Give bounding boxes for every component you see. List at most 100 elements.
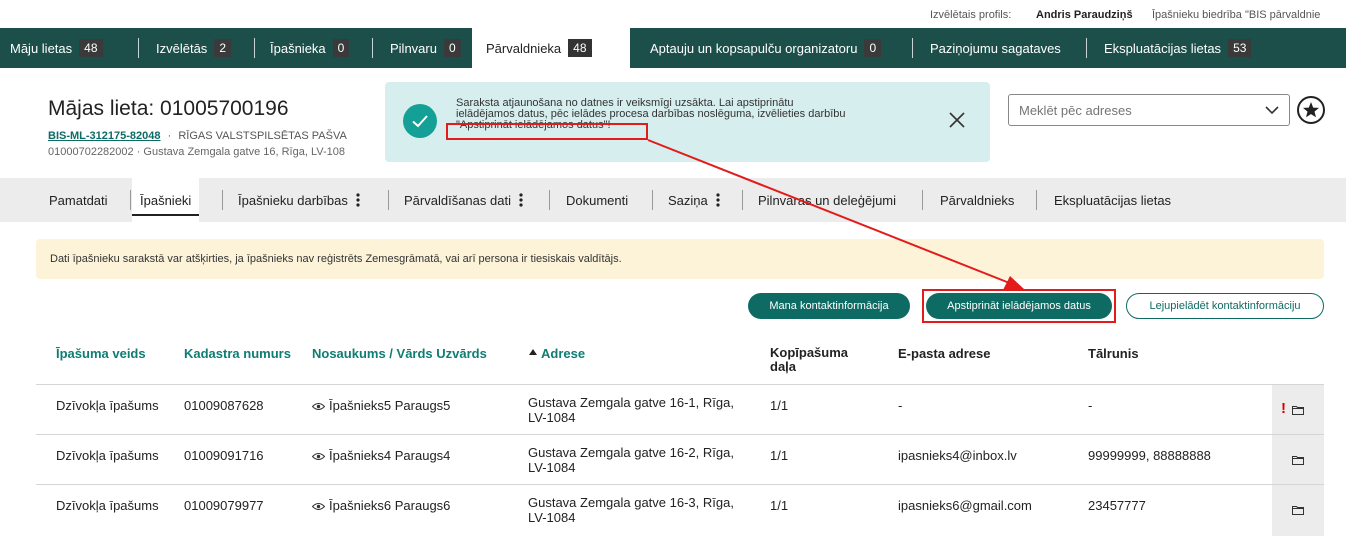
col-header-name[interactable]: Nosaukums / Vārds Uzvārds: [312, 346, 487, 361]
kebab-menu-icon[interactable]: [356, 193, 360, 207]
eye-icon: [312, 403, 325, 410]
col-header-share: Kopīpašuma daļa: [770, 346, 848, 374]
cell-cadastre: 01009091716: [184, 448, 264, 463]
confirm-upload-data-button[interactable]: Apstiprināt ielādējamos datus: [926, 293, 1112, 319]
cell-email: ipasnieks4@inbox.lv: [898, 448, 1017, 463]
eye-icon: [312, 503, 325, 510]
nav-count-badge: 48: [568, 39, 592, 57]
cell-address: Gustava Zemgala gatve 16-2, Rīga, LV-1084: [528, 445, 753, 475]
tab-ipasnieki[interactable]: Īpašnieki: [132, 178, 200, 222]
star-icon: [1303, 102, 1319, 118]
tab-label: Saziņa: [668, 192, 708, 208]
tab-label: Pilnvaras un deleģējumi: [758, 192, 897, 208]
cell-property-type: Dzīvokļa īpašums: [56, 448, 159, 463]
col-header-share-line: Kopīpašuma: [770, 345, 849, 360]
nav-item-label: Izvēlētās: [156, 40, 208, 56]
col-header-share-line: daļa: [770, 359, 797, 374]
nav-item-ipasnieka[interactable]: Īpašnieka 0: [270, 28, 350, 68]
download-contact-info-button[interactable]: Lejupielādēt kontaktinformāciju: [1126, 293, 1324, 319]
tab-label: Ekspluatācijas lietas: [1054, 192, 1172, 208]
cell-share: 1/1: [770, 498, 789, 513]
tab-ekspluatacijas-lietas[interactable]: Ekspluatācijas lietas: [1054, 178, 1171, 222]
nav-item-maju-lietas[interactable]: Māju lietas 48: [10, 28, 103, 68]
tab-ipasnieku-darbibas[interactable]: Īpašnieku darbības: [238, 178, 360, 222]
profile-user[interactable]: Andris Paraudziņš: [1036, 9, 1133, 21]
col-header-address[interactable]: Adrese: [541, 346, 585, 361]
subtitle-separator: ·: [167, 130, 172, 142]
table-row: Dzīvokļa īpašums 01009091716 Īpašnieks4 …: [36, 434, 1324, 484]
nav-count-badge: 48: [79, 39, 103, 57]
address-line: Gustava Zemgala gatve 16-2, Rīga,: [528, 445, 734, 460]
address-line: Gustava Zemgala gatve 16-1, Rīga,: [528, 395, 734, 410]
page-title: Mājas lieta: 01005700196: [48, 97, 289, 120]
kebab-menu-icon[interactable]: [716, 193, 720, 207]
nav-item-parvaldnieka[interactable]: Pārvaldnieka 48: [472, 28, 630, 68]
nav-item-ekspluatacijas-lietas[interactable]: Ekspluatācijas lietas 53: [1104, 28, 1252, 68]
tab-label: Pārvaldnieks: [940, 192, 1015, 208]
tab-label: Dokumenti: [566, 192, 629, 208]
close-icon[interactable]: [945, 108, 969, 132]
sort-ascending-icon[interactable]: [529, 349, 537, 355]
info-notice: Dati īpašnieku sarakstā var atšķirties, …: [36, 239, 1324, 279]
owner-name: Īpašnieks5 Paraugs5: [329, 398, 451, 413]
nav-count-badge: 0: [443, 39, 461, 57]
tab-label: Pamatdati: [49, 192, 108, 208]
tab-parvaldnieks[interactable]: Pārvaldnieks: [940, 178, 1014, 222]
cell-phone: 23457777: [1088, 498, 1146, 513]
cell-cadastre: 01009087628: [184, 398, 264, 413]
nav-item-label: Īpašnieka: [270, 40, 326, 56]
success-toast: Saraksta atjaunošana no datnes ir veiksm…: [385, 82, 990, 162]
address-line: Gustava Zemgala gatve 16-3, Rīga,: [528, 495, 734, 510]
folder-icon[interactable]: [1292, 505, 1304, 515]
nav-item-pazinojumu-sagataves[interactable]: Paziņojumu sagataves: [930, 28, 1061, 68]
check-circle-icon: [403, 104, 437, 138]
owner-name: Īpašnieks6 Paraugs6: [329, 498, 451, 513]
folder-icon[interactable]: [1292, 455, 1304, 465]
my-contact-info-button[interactable]: Mana kontaktinformācija: [748, 293, 910, 319]
top-nav: Māju lietas 48 Izvēlētās 2 Īpašnieka 0 Piln…: [0, 28, 1346, 68]
cell-address: Gustava Zemgala gatve 16-1, Rīga, LV-1084: [528, 395, 753, 425]
tab-label: Pārvaldīšanas dati: [404, 192, 511, 208]
municipality-name: RĪGAS VALSTSPILSĒTAS PAŠVA: [178, 130, 347, 142]
address-search-input[interactable]: [1019, 96, 1259, 124]
warning-icon: !: [1281, 400, 1286, 417]
cell-phone: -: [1088, 398, 1093, 413]
profile-label: Izvēlētais profils:: [930, 9, 1012, 21]
table-row: Dzīvokļa īpašums 01009079977 Īpašnieks6 …: [36, 484, 1324, 534]
notice-text: Dati īpašnieku sarakstā var atšķirties, …: [50, 253, 622, 265]
kebab-menu-icon[interactable]: [519, 193, 523, 207]
profile-org[interactable]: Īpašnieku biedrība "BIS pārvaldnie: [1152, 9, 1320, 21]
cell-owner[interactable]: Īpašnieks4 Paraugs4: [312, 448, 450, 463]
nav-item-label: Ekspluatācijas lietas: [1104, 40, 1222, 56]
tab-dokumenti[interactable]: Dokumenti: [566, 178, 628, 222]
case-id-link[interactable]: BIS-ML-312175-82048: [48, 130, 161, 142]
address-line: LV-1084: [528, 410, 576, 425]
col-header-cadastre[interactable]: Kadastra numurs: [184, 346, 291, 361]
address-line: LV-1084: [528, 510, 576, 525]
address-search-select[interactable]: [1008, 94, 1290, 126]
tab-sazina[interactable]: Saziņa: [668, 178, 720, 222]
nav-item-aptauju-organizatoru[interactable]: Aptauju un kopsapulču organizatoru 0: [650, 28, 882, 68]
toast-line-action: "Apstiprināt ielādējamos datus"!: [456, 119, 611, 131]
eye-icon: [312, 453, 325, 460]
nav-count-badge: 0: [864, 39, 882, 57]
nav-item-izveletas[interactable]: Izvēlētās 2: [156, 28, 231, 68]
cell-share: 1/1: [770, 398, 789, 413]
folder-icon[interactable]: [1292, 405, 1304, 415]
cell-share: 1/1: [770, 448, 789, 463]
cell-cadastre: 01009079977: [184, 498, 264, 513]
cell-property-type: Dzīvokļa īpašums: [56, 398, 159, 413]
address-line: LV-1084: [528, 460, 576, 475]
nav-item-pilnvaru[interactable]: Pilnvaru 0: [390, 28, 461, 68]
chevron-down-icon[interactable]: [1265, 105, 1279, 115]
cadastre-address: 01000702282002 · Gustava Zemgala gatve 1…: [48, 146, 346, 158]
cell-email: -: [898, 398, 903, 413]
tab-pilnvaras-delegejumi[interactable]: Pilnvaras un deleģējumi: [758, 178, 896, 222]
cell-owner[interactable]: Īpašnieks6 Paraugs6: [312, 498, 450, 513]
favorite-star-button[interactable]: [1297, 96, 1325, 124]
tab-pamatdati[interactable]: Pamatdati: [49, 178, 108, 222]
profile-bar: Izvēlētais profils: Andris Paraudziņš Īp…: [0, 0, 1346, 28]
tab-parvaldisanas-dati[interactable]: Pārvaldīšanas dati: [404, 178, 523, 222]
cell-owner[interactable]: Īpašnieks5 Paraugs5: [312, 398, 450, 413]
col-header-property-type[interactable]: Īpašuma veids: [56, 346, 146, 361]
